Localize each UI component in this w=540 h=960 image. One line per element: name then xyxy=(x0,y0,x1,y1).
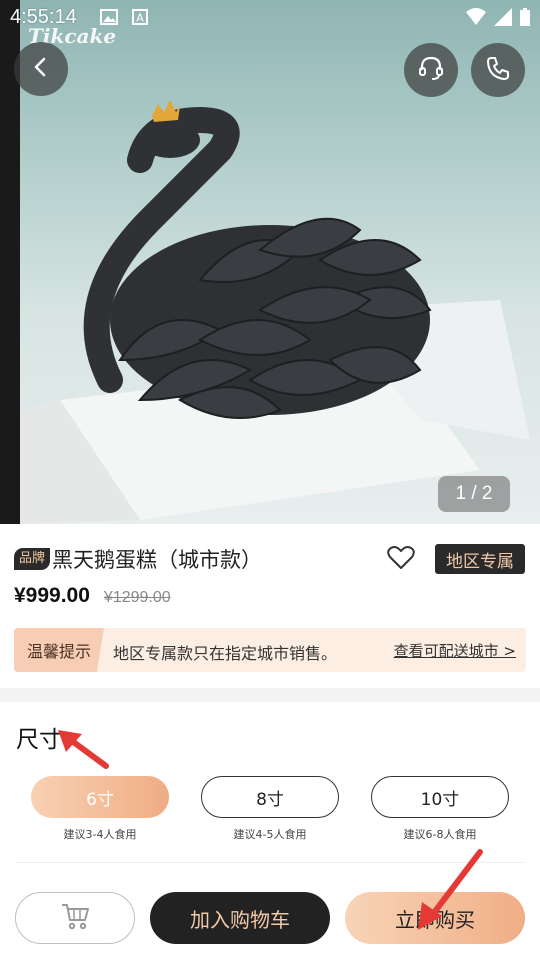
size-hint-10: 建议6-8人食用 xyxy=(403,828,477,841)
battery-icon xyxy=(520,8,530,31)
wifi-icon xyxy=(466,8,486,31)
product-image-carousel[interactable] xyxy=(0,0,540,524)
black-swan-cake-image xyxy=(20,100,530,524)
region-exclusive-tag: 地区专属 xyxy=(435,544,525,574)
size-hint-8: 建议4-5人食用 xyxy=(233,828,307,841)
cart-button[interactable] xyxy=(15,892,135,944)
size-option-6[interactable]: 6寸 xyxy=(31,776,169,818)
original-price: ¥1299.00 xyxy=(103,589,171,606)
current-price: ¥999.00 xyxy=(14,584,90,607)
annotation-arrow-icon xyxy=(58,730,109,769)
signal-icon xyxy=(494,8,512,31)
svg-text:A: A xyxy=(136,12,144,25)
notice-text: 地区专属款只在指定城市销售。 xyxy=(113,644,338,663)
annotation-arrow-icon xyxy=(418,849,483,930)
size-option-8[interactable]: 8寸 xyxy=(201,776,339,818)
size-hint-6: 建议3-4人食用 xyxy=(63,828,137,841)
phone-icon xyxy=(485,55,511,85)
headset-icon xyxy=(417,54,445,86)
notice-tag: 温馨提示 xyxy=(14,628,104,672)
view-delivery-cities-link[interactable]: 查看可配送城市 > xyxy=(394,640,516,661)
section-divider xyxy=(0,688,540,702)
back-button[interactable] xyxy=(14,42,68,96)
customer-service-button[interactable] xyxy=(404,43,458,97)
a-icon: A xyxy=(132,9,148,30)
product-title: 黑天鹅蛋糕（城市款） xyxy=(52,548,263,572)
call-button[interactable] xyxy=(471,43,525,97)
cart-icon xyxy=(60,902,90,934)
size-option-10[interactable]: 10寸 xyxy=(371,776,509,818)
notice-banner: 温馨提示 地区专属款只在指定城市销售。 查看可配送城市 > xyxy=(14,628,526,672)
image-page-indicator: 1 / 2 xyxy=(438,476,510,512)
favorite-heart-icon[interactable] xyxy=(387,545,415,575)
add-to-cart-button[interactable]: 加入购物车 xyxy=(150,892,330,944)
chevron-left-icon xyxy=(30,56,52,82)
product-info: 品牌 黑天鹅蛋糕（城市款） 地区专属 ¥999.00 ¥1299.00 温馨提示… xyxy=(0,524,540,688)
brand-tag: 品牌 xyxy=(14,548,51,570)
